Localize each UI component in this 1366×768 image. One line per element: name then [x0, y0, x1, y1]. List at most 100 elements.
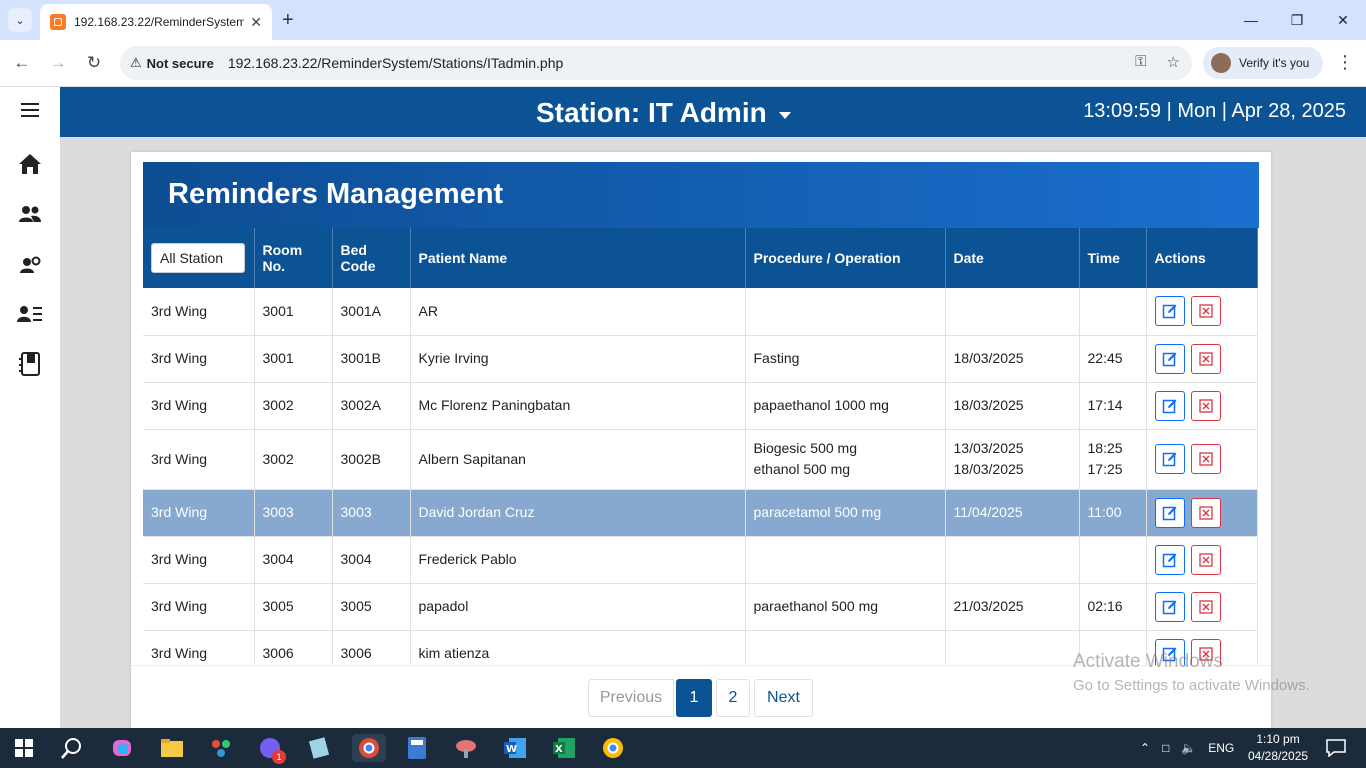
viber-icon[interactable]: 1 [256, 734, 286, 764]
tab-search-chevron-icon[interactable]: ⌄ [8, 8, 32, 32]
time-line: 02:16 [1087, 598, 1123, 614]
chrome-taskbar-icon-active[interactable] [352, 734, 386, 762]
page-2-button[interactable]: 2 [716, 679, 750, 717]
site-info-button[interactable]: ⚠ Not secure [130, 55, 224, 71]
edit-icon [1162, 552, 1178, 568]
delete-button[interactable] [1190, 343, 1221, 374]
edit-icon [1162, 351, 1178, 367]
browser-menu-icon[interactable]: ⋮ [1336, 52, 1354, 73]
notifications-icon[interactable] [1322, 734, 1350, 762]
back-icon[interactable]: ← [10, 51, 34, 75]
home-icon[interactable] [15, 149, 45, 179]
delete-button[interactable] [1190, 497, 1221, 528]
svg-text:X: X [555, 744, 563, 755]
cell-room: 3002 [254, 382, 333, 430]
delete-button[interactable] [1190, 591, 1221, 622]
edit-button[interactable] [1154, 390, 1185, 421]
edit-button[interactable] [1154, 444, 1185, 474]
station-dropdown[interactable]: Station: IT Admin [536, 97, 791, 129]
search-icon[interactable] [58, 734, 86, 762]
address-book-icon[interactable] [15, 349, 45, 379]
volume-muted-icon[interactable]: 🔈 [1181, 741, 1196, 755]
file-explorer-icon[interactable] [158, 734, 186, 762]
staff-settings-icon[interactable] [15, 250, 45, 280]
table-row[interactable]: 3rd Wing 3001 3001B Kyrie Irving Fasting 18/0… [143, 335, 1258, 383]
tray-chevron-up-icon[interactable]: ⌃ [1140, 741, 1150, 755]
new-tab-icon[interactable]: + [282, 8, 294, 32]
taskbar-time: 1:10 pm [1256, 732, 1300, 746]
page-title: Reminders Management [143, 162, 1259, 228]
table-row[interactable]: 3rd Wing 3004 3004 Frederick Pablo [143, 536, 1258, 584]
date-line: 13/03/2025 [953, 440, 1024, 456]
station-filter-select[interactable]: All Station [151, 243, 245, 273]
procedure-line: ethanol 500 mg [753, 461, 851, 477]
edit-button[interactable] [1154, 296, 1185, 327]
excel-icon[interactable]: X [550, 734, 578, 762]
delete-button[interactable] [1190, 544, 1221, 575]
tab-close-icon[interactable]: ✕ [250, 14, 262, 31]
word-icon[interactable]: W [501, 734, 529, 762]
users-icon[interactable] [15, 199, 45, 229]
forward-icon[interactable]: → [46, 51, 70, 75]
cell-procedure: Fasting [745, 335, 946, 383]
table-scroll-area[interactable]: All Station Room No. Bed Code Patient Na… [143, 228, 1259, 665]
language-indicator[interactable]: ENG [1208, 741, 1234, 755]
time-line: 11:00 [1087, 504, 1122, 520]
minimize-icon[interactable]: — [1228, 0, 1274, 40]
procedure-line: paracetamol 500 mg [753, 504, 882, 520]
cell-time: 22:45 [1079, 335, 1147, 383]
delete-button[interactable] [1190, 390, 1221, 421]
svg-text:W: W [506, 744, 517, 755]
cell-time [1079, 288, 1147, 336]
network-icon[interactable]: □ [1162, 741, 1169, 755]
calculator-icon[interactable] [403, 734, 431, 762]
user-list-icon[interactable] [15, 299, 45, 329]
cell-wing: 3rd Wing [143, 489, 255, 537]
delete-button[interactable] [1190, 296, 1221, 327]
table-row[interactable]: 3rd Wing 3003 3003 David Jordan Cruz paracet… [143, 489, 1258, 537]
cell-room: 3001 [254, 335, 333, 383]
bookmark-star-icon[interactable]: ☆ [1167, 53, 1180, 71]
chrome-profile-icon[interactable] [599, 734, 627, 762]
edit-button[interactable] [1154, 544, 1185, 575]
verify-profile-button[interactable]: Verify it's you [1203, 47, 1323, 79]
avatar [1211, 53, 1231, 73]
restore-icon[interactable]: ❐ [1274, 0, 1320, 40]
snipping-tool-icon[interactable] [452, 734, 480, 762]
table-row[interactable]: 3rd Wing 3002 3002B Albern Sapitanan Biogesi… [143, 429, 1258, 490]
edit-icon [1162, 451, 1178, 467]
cell-procedure: paraethanol 500 mg [745, 583, 946, 631]
table-row[interactable]: 3rd Wing 3005 3005 papadol paraethanol 500 m… [143, 583, 1258, 631]
procedure-line: Biogesic 500 mg [753, 440, 858, 456]
procedure-line: Fasting [753, 350, 800, 366]
edit-button[interactable] [1154, 497, 1185, 528]
address-bar[interactable]: ⚠ Not secure 192.168.23.22/ReminderSyste… [120, 46, 1192, 80]
edit-icon [1162, 303, 1178, 319]
previous-page-button[interactable]: Previous [588, 679, 674, 717]
table-row[interactable]: 3rd Wing 3002 3002A Mc Florenz Paningbatan p… [143, 382, 1258, 430]
windows-start-icon[interactable] [10, 734, 38, 762]
edit-button[interactable] [1154, 591, 1185, 622]
page-1-button[interactable]: 1 [676, 679, 712, 717]
url-text[interactable]: 192.168.23.22/ReminderSystem/Stations/IT… [228, 55, 563, 71]
password-key-icon[interactable]: ⚿ [1135, 53, 1146, 71]
edit-button[interactable] [1154, 343, 1185, 374]
hamburger-menu-icon[interactable] [15, 95, 45, 125]
windows-taskbar: 1 W X ⌃ □ 🔈 ENG 1:10 pm 04/28/2025 [0, 728, 1366, 768]
notepad-icon[interactable] [305, 734, 333, 762]
window-close-icon[interactable]: ✕ [1320, 0, 1366, 40]
next-page-button[interactable]: Next [754, 679, 813, 717]
delete-button[interactable] [1190, 444, 1221, 474]
cell-time: 11:00 [1079, 489, 1147, 537]
browser-tab[interactable]: 192.168.23.22/ReminderSystem ✕ [40, 4, 272, 40]
cell-bed: 3001B [332, 335, 411, 383]
taskbar-clock[interactable]: 1:10 pm 04/28/2025 [1248, 731, 1308, 765]
cell-patient: Frederick Pablo [410, 536, 746, 584]
photos-app-icon[interactable] [207, 734, 235, 762]
table-row[interactable]: 3rd Wing 3001 3001A AR [143, 288, 1258, 336]
edit-icon [1162, 505, 1178, 521]
cell-date [945, 288, 1080, 336]
reload-icon[interactable]: ↻ [82, 51, 106, 75]
copilot-icon[interactable] [108, 734, 136, 762]
cell-patient: David Jordan Cruz [410, 489, 746, 537]
